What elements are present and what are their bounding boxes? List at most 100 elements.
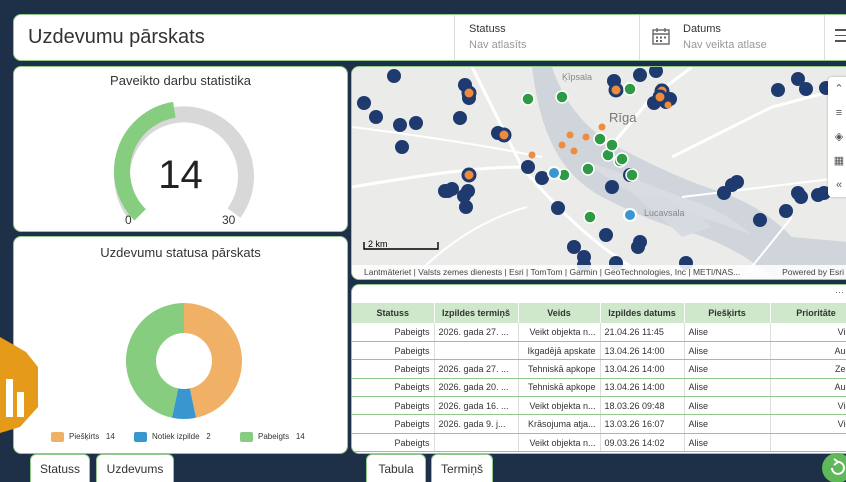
refresh-button[interactable] (822, 453, 846, 482)
table-cell: 09.03.26 14:02 (600, 433, 685, 453)
map-marker[interactable] (794, 190, 808, 204)
status-filter-label: Statuss (469, 23, 506, 35)
table-cell: Alise (684, 414, 771, 434)
map-attribution: Lantmäteriet | Valsts zemes dienests | E… (352, 265, 846, 279)
map-marker[interactable] (395, 140, 409, 154)
map-panel[interactable]: Ķīpsala Rīga Lucavsala 2 km Lantmäteriet… (351, 66, 846, 280)
map-marker[interactable] (717, 186, 731, 200)
gauge-chart (114, 101, 254, 221)
map-marker[interactable] (605, 180, 619, 194)
map-marker-assigned[interactable] (608, 82, 624, 98)
tab-uzdevums[interactable]: Uzdevums (96, 454, 174, 482)
legend-label: Piešķirts (69, 432, 100, 442)
map-marker[interactable] (799, 82, 813, 96)
table-cell: Veikt objekta n... (518, 396, 601, 416)
map-marker-done[interactable] (605, 138, 619, 152)
map-marker[interactable] (445, 182, 459, 196)
map-marker[interactable] (753, 213, 767, 227)
map-marker-assigned[interactable] (652, 89, 668, 105)
status-filter[interactable]: Statuss Nav atlasīts (454, 15, 639, 60)
table-header-4[interactable]: Piešķirts (684, 303, 771, 323)
table-header-1[interactable]: Izpildes termiņš (434, 303, 519, 323)
map-marker-done[interactable] (521, 92, 535, 106)
map-marker[interactable] (387, 69, 401, 83)
map-view[interactable]: Ķīpsala Rīga Lucavsala 2 km (352, 67, 846, 279)
map-marker[interactable] (369, 110, 383, 124)
layers-icon[interactable]: ◈ (828, 125, 846, 149)
map-marker-done[interactable] (583, 210, 597, 224)
collapse-up-icon[interactable]: ⌃ (828, 77, 846, 101)
map-marker[interactable] (393, 118, 407, 132)
tab-statuss[interactable]: Statuss (30, 454, 90, 482)
map-marker[interactable] (599, 228, 613, 242)
legend-label: Pabeigts (258, 432, 290, 442)
map-marker-done[interactable] (615, 152, 629, 166)
table-header-0[interactable]: Statuss (352, 303, 435, 323)
table-header-3[interactable]: Izpildes datums (600, 303, 685, 323)
table-row[interactable]: Pabeigts Veikt objekta n... 09.03.26 14:02… (352, 433, 846, 453)
legend-value: 14 (105, 432, 115, 442)
table-cell: Krāsojuma atja... (518, 414, 601, 434)
map-marker[interactable] (631, 240, 645, 254)
donut-slice[interactable] (126, 303, 184, 418)
table-header-5[interactable]: Prioritāte (770, 303, 846, 323)
map-marker-done[interactable] (625, 168, 639, 182)
map-marker[interactable] (779, 204, 793, 218)
map-marker-done[interactable] (593, 132, 607, 146)
table-row[interactable]: Pabeigts 2026. gada 27. ... Veikt objekta … (352, 323, 846, 342)
donut-slice[interactable] (184, 303, 242, 418)
donut-chart (126, 303, 242, 419)
gauge-value: 14 (158, 153, 203, 197)
table-header-2[interactable]: Veids (518, 303, 601, 323)
map-canvas[interactable]: Ķīpsala Rīga Lucavsala 2 km (352, 67, 846, 279)
map-marker-small[interactable] (528, 151, 536, 159)
map-marker[interactable] (457, 189, 471, 203)
table-row[interactable]: Pabeigts 2026. gada 9. j... Krāsojuma atja… (352, 414, 846, 434)
table-row[interactable]: Pabeigts 2026. gada 16. ... Veikt objekta … (352, 396, 846, 416)
donut-title: Uzdevumu statusa pārskats (100, 245, 261, 260)
legend-swatch (134, 432, 147, 442)
map-marker-in-progress[interactable] (547, 166, 561, 180)
map-marker-in-progress[interactable] (623, 208, 637, 222)
map-marker[interactable] (535, 171, 549, 185)
date-filter-value: Nav veikta atlase (683, 39, 767, 51)
map-marker[interactable] (551, 201, 565, 215)
map-marker-assigned[interactable] (461, 167, 477, 183)
map-marker-small[interactable] (598, 123, 606, 131)
map-marker-small[interactable] (664, 101, 672, 109)
map-marker-assigned[interactable] (461, 85, 477, 101)
map-marker-done[interactable] (581, 162, 595, 176)
map-marker-assigned[interactable] (496, 127, 512, 143)
map-marker[interactable] (567, 240, 581, 254)
table-row[interactable]: Pabeigts 2026. gada 27. ... Tehniskā apkop… (352, 359, 846, 379)
map-toolbar: ⌃ ≡ ◈ ▦ « (828, 77, 846, 197)
map-marker-done[interactable] (555, 90, 569, 104)
status-filter-value: Nav atlasīts (469, 39, 527, 51)
table-row[interactable]: Pabeigts 2026. gada 20. ... Tehniskā apkop… (352, 378, 846, 398)
table-row[interactable]: Pabeigts Ikgadējā apskate 13.04.26 14:00 Al… (352, 341, 846, 361)
date-filter[interactable]: Datums Nav veikta atlase (639, 15, 824, 60)
gauge-card: Paveikto darbu statistika 14 0 30 (13, 66, 348, 232)
collapse-left-icon[interactable]: « (828, 173, 846, 197)
map-marker-small[interactable] (558, 141, 566, 149)
tab-termins[interactable]: Termiņš (431, 454, 493, 482)
map-marker-small[interactable] (570, 147, 578, 155)
map-marker-small[interactable] (566, 131, 574, 139)
gauge-min: 0 (125, 213, 132, 227)
table-cell: Alise (684, 341, 771, 361)
map-marker[interactable] (633, 68, 647, 82)
map-marker[interactable] (521, 160, 535, 174)
qr-icon[interactable]: ▦ (828, 149, 846, 173)
list-icon[interactable]: ≡ (828, 101, 846, 125)
map-marker-small[interactable] (582, 133, 590, 141)
map-marker[interactable] (409, 116, 423, 130)
map-marker[interactable] (357, 96, 371, 110)
map-marker[interactable] (453, 111, 467, 125)
map-marker[interactable] (771, 83, 785, 97)
map-marker-done[interactable] (623, 82, 637, 96)
tab-tabula[interactable]: Tabula (366, 454, 426, 482)
more-options-icon[interactable]: ⋯ (835, 287, 844, 298)
table-cell: 13.04.26 14:00 (600, 341, 685, 361)
menu-button[interactable] (824, 15, 846, 60)
table-cell: 21.04.26 11:45 (600, 323, 685, 342)
